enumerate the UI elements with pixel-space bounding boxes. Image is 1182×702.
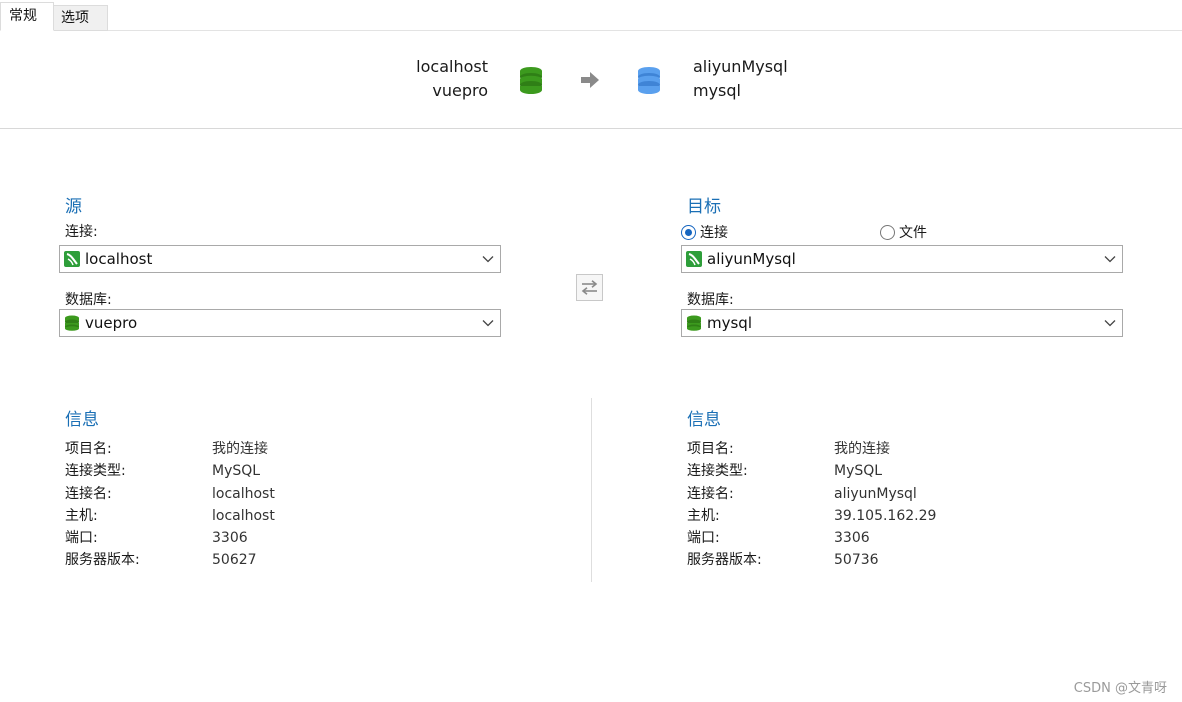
info-key: 服务器版本: (687, 552, 762, 569)
swap-icon (581, 280, 598, 295)
info-row: 项目名: 我的连接 (687, 438, 936, 460)
target-connection-value: aliyunMysql (707, 250, 796, 268)
mysql-connection-icon (686, 251, 702, 267)
info-value: 我的连接 (212, 441, 268, 457)
info-row: 连接类型: MySQL (687, 460, 936, 482)
info-key: 连接名: (65, 485, 112, 502)
source-database-icon (520, 67, 542, 94)
swap-button[interactable] (576, 274, 603, 301)
info-key: 主机: (687, 507, 720, 524)
chevron-down-icon (482, 320, 494, 327)
radio-checked-icon (681, 224, 696, 240)
info-value: 50736 (834, 552, 879, 569)
target-summary: aliyunMysql mysql (693, 55, 788, 103)
target-radio-file-label: 文件 (899, 225, 927, 241)
source-summary-database: vuepro (432, 81, 488, 100)
info-row: 主机: localhost (65, 505, 275, 527)
chevron-down-icon (482, 256, 494, 263)
info-row: 项目名: 我的连接 (65, 438, 275, 460)
info-value: 我的连接 (834, 441, 890, 457)
info-value: localhost (212, 485, 275, 502)
info-value: 3306 (212, 530, 248, 547)
source-summary: localhost vuepro (416, 55, 488, 103)
info-key: 端口: (687, 530, 720, 547)
arrow-right-icon (581, 72, 599, 88)
target-title: 目标 (687, 197, 721, 217)
target-database-icon (638, 67, 660, 94)
source-database-value: vuepro (85, 314, 138, 332)
target-database-value: mysql (707, 314, 752, 332)
info-value: 50627 (212, 552, 257, 569)
chevron-down-icon (1104, 256, 1116, 263)
info-row: 连接名: localhost (65, 483, 275, 505)
target-radio-connection[interactable]: 连接 (681, 222, 728, 242)
transfer-summary: localhost vuepro aliyunMysql mysql (0, 31, 1182, 129)
target-summary-connection: aliyunMysql (693, 57, 788, 76)
target-database-select[interactable]: mysql (681, 309, 1123, 337)
info-key: 项目名: (687, 441, 734, 457)
source-connection-value: localhost (85, 250, 153, 268)
info-key: 端口: (65, 530, 98, 547)
vertical-divider (591, 398, 592, 582)
source-info-title: 信息 (65, 410, 99, 430)
info-row: 连接类型: MySQL (65, 460, 275, 482)
info-value: MySQL (212, 463, 261, 480)
target-info-list: 项目名: 我的连接 连接类型: MySQL 连接名: aliyunMysql 主机: 3… (687, 438, 936, 572)
target-info-title: 信息 (687, 410, 721, 430)
info-key: 连接类型: (687, 463, 748, 480)
info-row: 端口: 3306 (65, 527, 275, 549)
tab-general[interactable]: 常规 (0, 2, 54, 31)
target-database-label: 数据库: (687, 292, 734, 308)
source-connection-select[interactable]: localhost (59, 245, 501, 273)
target-radio-file[interactable]: 文件 (880, 222, 927, 242)
database-icon (687, 315, 701, 331)
info-row: 端口: 3306 (687, 527, 936, 549)
info-value: MySQL (834, 463, 883, 480)
tab-options[interactable]: 选项 (52, 5, 108, 31)
target-radio-connection-label: 连接 (700, 225, 728, 241)
info-key: 连接类型: (65, 463, 126, 480)
info-value: localhost (212, 507, 275, 524)
source-database-label: 数据库: (65, 292, 112, 308)
source-summary-connection: localhost (416, 57, 488, 76)
info-row: 服务器版本: 50627 (65, 549, 275, 571)
info-key: 项目名: (65, 441, 112, 457)
tab-bar: 常规 选项 (0, 0, 1182, 31)
info-row: 主机: 39.105.162.29 (687, 505, 936, 527)
source-database-select[interactable]: vuepro (59, 309, 501, 337)
source-info-list: 项目名: 我的连接 连接类型: MySQL 连接名: localhost 主机: loc… (65, 438, 275, 572)
mysql-connection-icon (64, 251, 80, 267)
database-icon (65, 315, 79, 331)
info-value: 3306 (834, 530, 870, 547)
target-summary-database: mysql (693, 81, 741, 100)
info-key: 连接名: (687, 485, 734, 502)
source-connection-label: 连接: (65, 224, 98, 240)
radio-unchecked-icon (880, 224, 895, 240)
info-key: 主机: (65, 507, 98, 524)
target-connection-select[interactable]: aliyunMysql (681, 245, 1123, 273)
info-key: 服务器版本: (65, 552, 140, 569)
info-value: aliyunMysql (834, 485, 917, 502)
info-value: 39.105.162.29 (834, 507, 937, 524)
chevron-down-icon (1104, 320, 1116, 327)
watermark: CSDN @文青呀 (1073, 681, 1167, 696)
info-row: 服务器版本: 50736 (687, 549, 936, 571)
source-title: 源 (65, 197, 82, 217)
info-row: 连接名: aliyunMysql (687, 483, 936, 505)
